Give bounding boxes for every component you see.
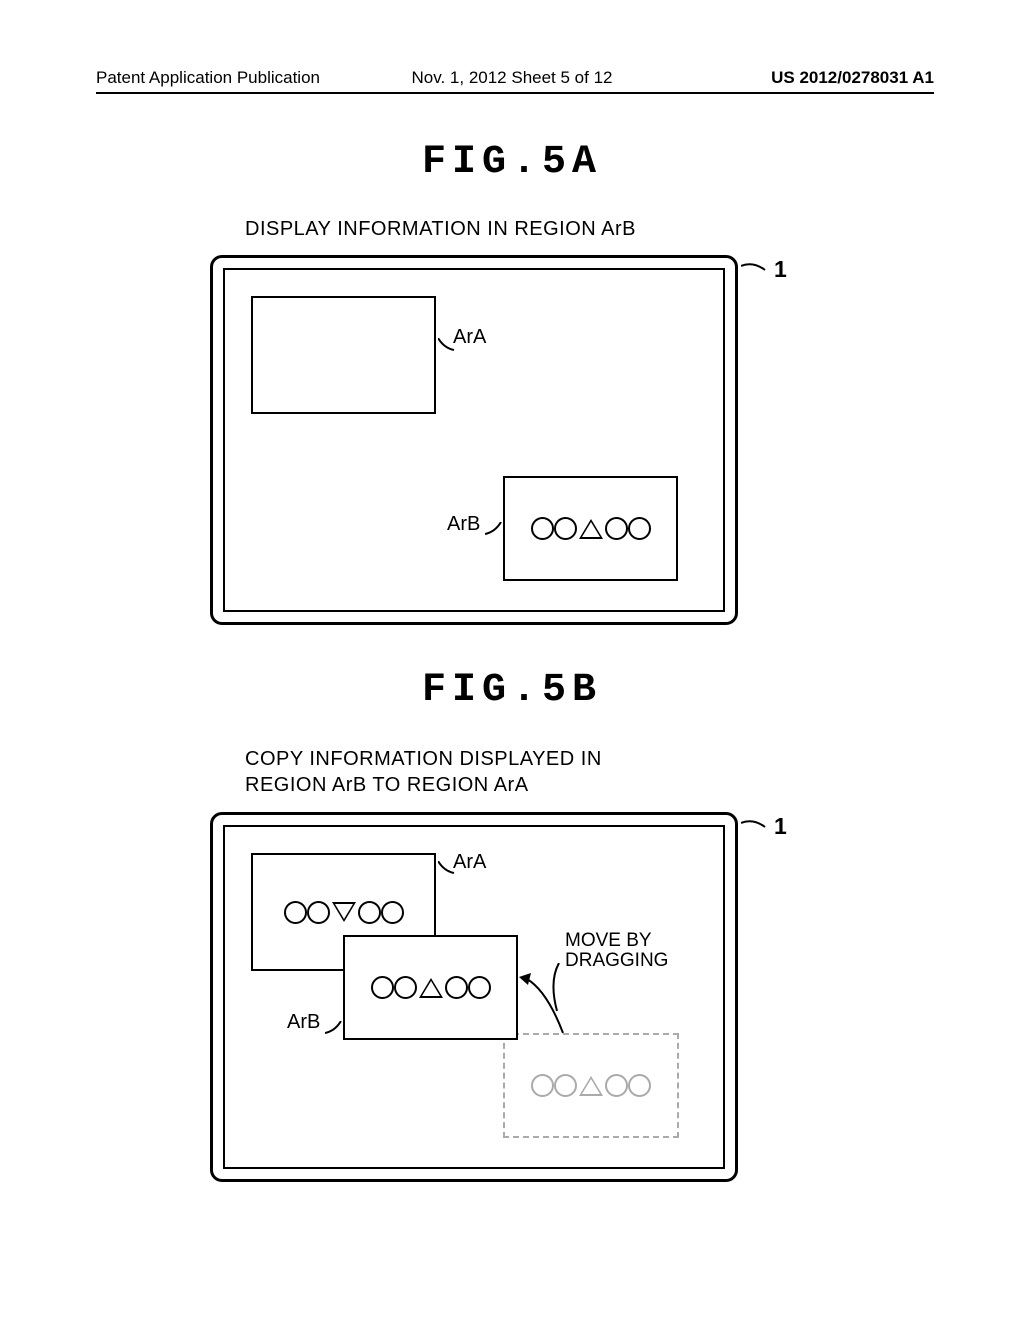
symbol-content-arb-5b-faded <box>531 1074 651 1097</box>
label-ara-5b: ArA <box>453 851 486 874</box>
figure-5a-label: FIG.5A <box>0 140 1024 185</box>
symbol-content-ara-5b <box>284 901 404 924</box>
leader-1-5a <box>741 256 771 286</box>
leader-arb-5b <box>325 1021 349 1045</box>
figure-5b-caption-line2: REGION ArB TO REGION ArA <box>245 774 529 796</box>
region-arb-5b-moving <box>343 935 518 1040</box>
panel-5b-inner: ArA ArB MOVE BY DRAGGING <box>223 825 725 1169</box>
figure-5a-caption: DISPLAY INFORMATION IN REGION ArB <box>245 218 636 241</box>
figure-5b-label: FIG.5B <box>0 668 1024 713</box>
leader-arb-5a <box>485 522 509 546</box>
leader-1-5b <box>741 813 771 843</box>
header-divider <box>96 92 934 94</box>
header-publication: Patent Application Publication <box>96 68 320 88</box>
header-patent-number: US 2012/0278031 A1 <box>771 68 934 88</box>
region-arb-5a <box>503 476 678 581</box>
panel-5a-frame: ArA ArB <box>210 255 738 625</box>
symbol-content-arb-5a <box>531 517 651 540</box>
label-arb-5a: ArB <box>447 513 480 536</box>
label-ref1-5b: 1 <box>774 813 787 840</box>
header-date-sheet: Nov. 1, 2012 Sheet 5 of 12 <box>412 68 613 88</box>
panel-5a-inner: ArA ArB <box>223 268 725 612</box>
label-ref1-5a: 1 <box>774 256 787 283</box>
panel-5b-frame: ArA ArB MOVE BY DRAGGING <box>210 812 738 1182</box>
label-arb-5b: ArB <box>287 1011 320 1034</box>
figure-5b-caption: COPY INFORMATION DISPLAYED IN REGION ArB… <box>245 746 602 798</box>
label-ara-5a: ArA <box>453 326 486 349</box>
figure-5b-caption-line1: COPY INFORMATION DISPLAYED IN <box>245 748 602 770</box>
drag-arrow-icon <box>519 963 585 1043</box>
region-ara-5a <box>251 296 436 414</box>
symbol-content-arb-5b <box>371 976 491 999</box>
page-header: Patent Application Publication Nov. 1, 2… <box>0 68 1024 88</box>
region-arb-5b-origin <box>503 1033 679 1138</box>
move-line1: MOVE BY <box>565 930 652 951</box>
